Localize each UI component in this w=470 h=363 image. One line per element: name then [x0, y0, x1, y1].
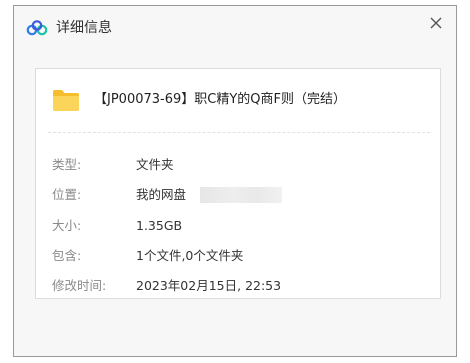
title-bar: 详细信息 — [14, 6, 456, 50]
close-icon — [429, 15, 443, 34]
divider — [48, 132, 430, 133]
close-button[interactable] — [423, 11, 449, 37]
detail-label: 修改时间: — [52, 278, 107, 293]
detail-value: 1.35GB — [136, 218, 183, 233]
detail-value[interactable]: 我的网盘 — [136, 186, 186, 204]
file-name: 【JP00073-69】职C精Y的Q商F则（完结） — [94, 92, 346, 107]
folder-icon — [52, 88, 80, 112]
detail-value: 1个文件,0个文件夹 — [136, 248, 244, 263]
detail-value: 文件夹 — [136, 157, 174, 172]
redacted-path — [200, 187, 282, 203]
detail-label: 大小: — [52, 218, 82, 233]
detail-label: 类型: — [52, 157, 82, 172]
detail-label: 包含: — [52, 248, 82, 263]
detail-value: 2023年02月15日, 22:53 — [136, 278, 282, 293]
cloud-drive-icon — [26, 20, 48, 36]
detail-label: 位置: — [52, 187, 82, 202]
details-card: 【JP00073-69】职C精Y的Q商F则（完结） 类型: 文件夹 位置: 我的… — [35, 68, 441, 299]
file-details-dialog: 详细信息 【JP00073-69】职C精Y的Q商F则（完结） 类型: 文件夹 位… — [13, 5, 457, 357]
dialog-title: 详细信息 — [56, 20, 112, 36]
